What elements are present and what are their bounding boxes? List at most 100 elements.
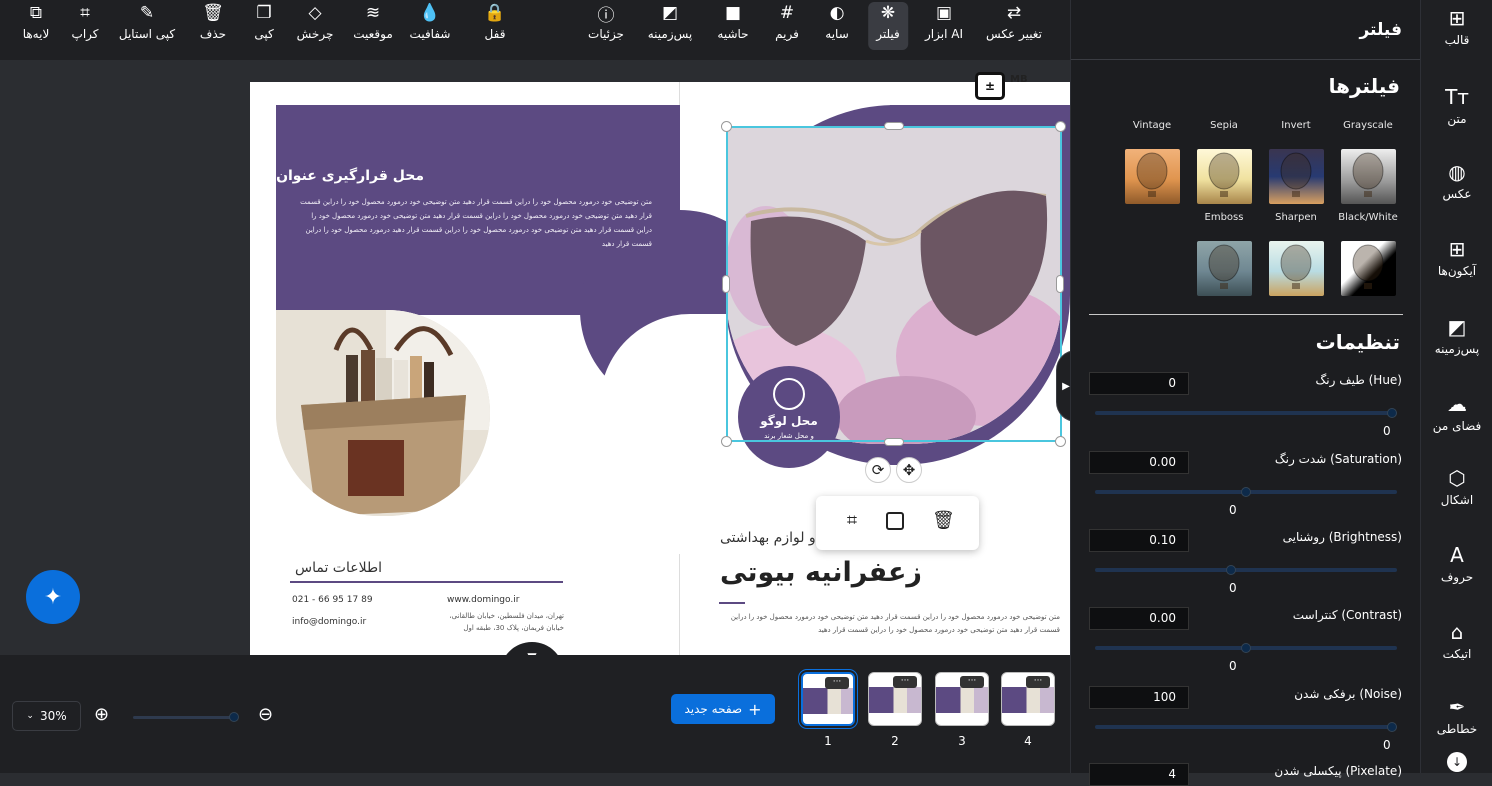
page-menu-button[interactable]: ··· — [960, 676, 984, 688]
toolbar-rotate-button[interactable]: ◇ چرخش — [297, 2, 334, 48]
filter-thumb-sharpen[interactable] — [1269, 241, 1324, 296]
crop-icon[interactable]: ⌗ — [840, 510, 864, 534]
filter-thumb-grayscale[interactable] — [1341, 149, 1396, 204]
toolbar-frame-button[interactable]: # فریم — [775, 2, 799, 48]
magic-wand-button[interactable]: ✦ — [26, 570, 80, 624]
toolbar-crop-button[interactable]: ⌗ کراپ — [72, 2, 99, 48]
toolbar-filter-button[interactable]: ❋ فیلتر — [868, 2, 908, 50]
rotate-handle-icon[interactable]: ⟳ — [865, 457, 891, 483]
setting-value-input[interactable]: 4 — [1089, 763, 1189, 786]
selection-handle-l[interactable] — [722, 275, 730, 293]
calculator-icon[interactable]: ± — [975, 72, 1005, 100]
setting-slider-thumb[interactable] — [1387, 722, 1397, 732]
page-thumbnail[interactable]: ··· — [1001, 672, 1055, 726]
contact-address[interactable]: تهران، میدان فلسطین، خیابان طالقانی، خیا… — [442, 610, 564, 634]
contact-phone[interactable]: 021 - 66 95 17 89 — [292, 595, 373, 605]
filter-label: Invert — [1281, 120, 1311, 131]
selection-handle-tr[interactable] — [1055, 121, 1066, 132]
toolbar-ai-tools-button[interactable]: ▣ ابزار AI — [925, 2, 963, 48]
toolbar-trash-button[interactable]: 🗑 حذف — [200, 2, 226, 48]
zoom-in-icon[interactable]: ⊕ — [94, 704, 109, 725]
zoom-slider-thumb[interactable] — [229, 712, 239, 722]
contact-title[interactable]: اطلاعات تماس — [295, 560, 382, 576]
rail-item-text[interactable]: Tт متن — [1421, 85, 1492, 126]
design-page[interactable]: محل قرارگیری عنوان متن توضیحی خود درمورد… — [250, 82, 1070, 655]
toolbar-background-button[interactable]: ◩ پس‌زمینه — [648, 2, 693, 48]
selection-handle-tl[interactable] — [721, 121, 732, 132]
contact-website[interactable]: www.domingo.ir — [447, 595, 519, 605]
text-icon: Tт — [1445, 85, 1469, 109]
selection-handle-bl[interactable] — [721, 436, 732, 447]
page-thumbnail[interactable]: ··· — [935, 672, 989, 726]
setting-value-input[interactable]: 100 — [1089, 686, 1189, 709]
filter-thumb-sepia[interactable] — [1197, 149, 1252, 204]
canvas-area[interactable]: محل قرارگیری عنوان متن توضیحی خود درمورد… — [0, 60, 1070, 655]
ai-tools-icon: ▣ — [935, 3, 953, 23]
selection-handle-t[interactable] — [884, 122, 904, 130]
page-menu-button[interactable]: ··· — [825, 677, 849, 689]
zoom-out-icon[interactable]: ⊖ — [258, 704, 273, 725]
rail-label: خطاطی — [1436, 722, 1478, 736]
setting-slider[interactable] — [1095, 722, 1397, 732]
page-menu-button[interactable]: ··· — [1026, 676, 1050, 688]
setting-slider[interactable] — [1095, 408, 1397, 418]
selection-handle-br[interactable] — [1055, 436, 1066, 447]
rail-item-letters[interactable]: A حروف — [1421, 543, 1492, 584]
setting-slider[interactable] — [1095, 565, 1397, 575]
new-page-button[interactable]: صفحه جدید + — [671, 694, 775, 724]
toolbar-brush-button[interactable]: ✎ کپی استایل — [119, 2, 175, 48]
rail-item-background[interactable]: ◩ پس‌زمینه — [1421, 315, 1492, 356]
rail-item-shapes[interactable]: ⬡ اشکال — [1421, 466, 1492, 507]
toolbar-layers-position-button[interactable]: ≋ موقعیت — [353, 2, 393, 48]
brand-title[interactable]: زعفرانیه بیوتی — [720, 557, 922, 588]
setting-value-input[interactable]: 0.00 — [1089, 451, 1189, 474]
setting-slider-thumb[interactable] — [1226, 565, 1237, 575]
rail-item-image[interactable]: ◍ عکس — [1421, 160, 1492, 201]
toolbar-opacity-button[interactable]: 💧 شفافیت — [410, 2, 451, 48]
setting-value-input[interactable]: 0.00 — [1089, 607, 1189, 630]
filter-thumb-black-white[interactable] — [1341, 241, 1396, 296]
zoom-slider[interactable] — [133, 712, 239, 722]
toolbar-lock-button[interactable]: 🔒 قفل — [484, 2, 505, 48]
rail-item-icons-grid[interactable]: ⊞ آیکون‌ها — [1421, 237, 1492, 278]
toolbar-border-button[interactable]: ■ حاشیه — [717, 2, 748, 48]
setting-slider-thumb[interactable] — [1241, 643, 1251, 653]
move-handle-icon[interactable]: ✥ — [896, 457, 922, 483]
rail-item-template[interactable]: ⊞ قالب — [1421, 6, 1492, 47]
selection-handle-r[interactable] — [1056, 275, 1064, 293]
background-icon: ◩ — [1447, 315, 1467, 339]
left-heading[interactable]: محل قرارگیری عنوان — [276, 168, 424, 184]
right-body[interactable]: متن توضیحی خود درمورد محصول خود را دراین… — [716, 611, 1060, 637]
toolbar-layers-button[interactable]: ⧉ لایه‌ها — [23, 2, 50, 48]
trash-icon[interactable]: 🗑 — [932, 510, 955, 534]
toolbar-shadow-button[interactable]: ◐ سایه — [825, 2, 848, 48]
setting-slider[interactable] — [1095, 643, 1397, 653]
subtitle[interactable]: و لوازم بهداشتی — [720, 530, 816, 546]
zoom-select[interactable]: ⌄ 30% — [12, 701, 81, 731]
selection-handle-b[interactable] — [884, 438, 904, 446]
toolbar-copy-button[interactable]: ❐ کپی — [254, 2, 273, 48]
filter-thumb-invert[interactable] — [1269, 149, 1324, 204]
toolbar-info-button[interactable]: ⓘ جزئیات — [588, 2, 624, 48]
filter-thumb-emboss[interactable] — [1197, 241, 1252, 296]
page-thumbnail[interactable]: ··· — [799, 670, 857, 728]
contact-email[interactable]: info@domingo.ir — [292, 617, 366, 627]
left-body[interactable]: متن توضیحی خود درمورد محصول خود را دراین… — [300, 195, 652, 251]
bag-photo[interactable] — [276, 310, 490, 516]
setting-value-input[interactable]: 0.10 — [1089, 529, 1189, 552]
page-menu-button[interactable]: ··· — [893, 676, 917, 688]
selection-box[interactable] — [726, 126, 1062, 442]
duplicate-icon[interactable] — [886, 512, 904, 530]
setting-value-input[interactable]: 0 — [1089, 372, 1189, 395]
setting-slider-thumb[interactable] — [1387, 408, 1397, 418]
page-thumbnail[interactable]: ··· — [868, 672, 922, 726]
download-icon[interactable]: ↓ — [1447, 752, 1467, 772]
toolbar-swap-image-button[interactable]: ⇄ تغییر عکس — [986, 2, 1042, 48]
rail-item-cloud-upload[interactable]: ☁ فضای من — [1421, 392, 1492, 433]
filter-thumb-vintage[interactable] — [1125, 149, 1180, 204]
setting-slider[interactable] — [1095, 487, 1397, 497]
rail-item-feather[interactable]: ✒ خطاطی — [1421, 695, 1492, 736]
rotate-icon: ◇ — [308, 3, 322, 23]
setting-slider-thumb[interactable] — [1241, 487, 1251, 497]
rail-item-tag[interactable]: ⌂ اتیکت — [1421, 620, 1492, 661]
